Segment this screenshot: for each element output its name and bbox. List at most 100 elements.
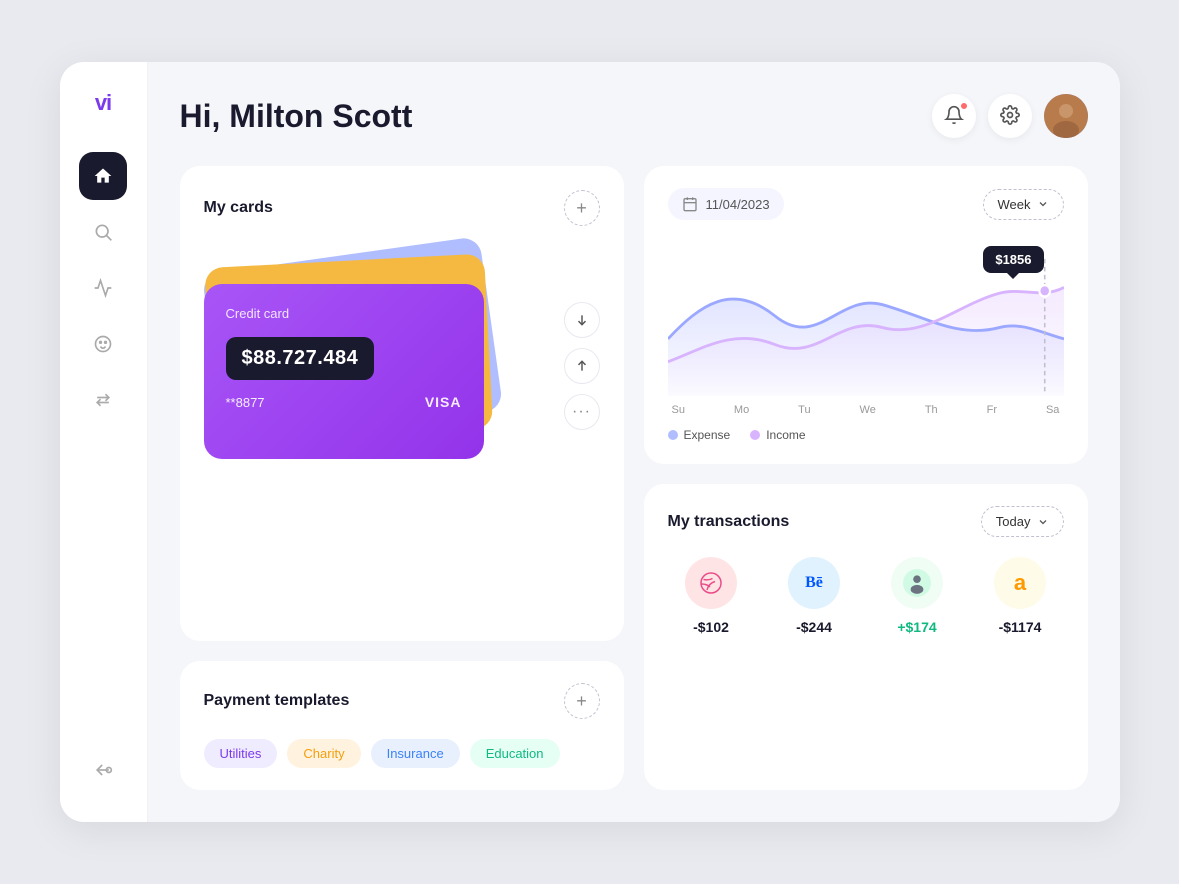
user-avatar[interactable]	[1044, 94, 1088, 138]
sidebar-nav	[79, 152, 127, 746]
day-sa: Sa	[1046, 404, 1059, 416]
day-su: Su	[672, 404, 685, 416]
card-scroll-up-button[interactable]	[564, 348, 600, 384]
day-mo: Mo	[734, 404, 749, 416]
cards-header: My cards +	[204, 190, 600, 226]
transaction-behance[interactable]: Bē -$244	[771, 557, 858, 635]
week-label: Week	[998, 197, 1031, 212]
app-container: vi	[60, 62, 1120, 822]
day-tu: Tu	[798, 404, 810, 416]
sidebar-item-back[interactable]	[79, 746, 127, 794]
notifications-button[interactable]	[932, 94, 976, 138]
avatar-image	[1044, 94, 1088, 138]
income-dot	[1039, 285, 1050, 296]
sidebar-item-home[interactable]	[79, 152, 127, 200]
logo: vi	[95, 90, 111, 116]
cards-stack: ···l card ···l card Credit card $88.727.…	[204, 266, 484, 466]
card-brand: VISA	[425, 394, 462, 410]
card-actions: ···	[544, 302, 600, 430]
cards-title: My cards	[204, 199, 273, 217]
tag-charity[interactable]: Charity	[287, 739, 360, 768]
chevron-down-icon	[1037, 198, 1049, 210]
tag-education[interactable]: Education	[470, 739, 560, 768]
arrow-up-icon	[575, 359, 589, 373]
period-label: Today	[996, 514, 1031, 529]
home-icon	[93, 166, 113, 186]
activity-icon	[93, 278, 113, 298]
chart-section: 11/04/2023 Week $1856	[644, 166, 1088, 464]
payment-tags: Utilities Charity Insurance Education	[204, 739, 600, 768]
transactions-title: My transactions	[668, 513, 790, 531]
card-amount-box: $88.727.484	[226, 337, 375, 380]
content-grid: My cards + ···l card ···l card	[180, 166, 1088, 790]
period-selector-button[interactable]: Today	[981, 506, 1064, 537]
cards-wrapper: ···l card ···l card Credit card $88.727.…	[204, 246, 600, 486]
sidebar-item-wallet[interactable]	[79, 320, 127, 368]
transactions-list: -$102 Bē -$244	[668, 557, 1064, 635]
expense-label: Expense	[684, 428, 731, 442]
day-fr: Fr	[987, 404, 997, 416]
sidebar: vi	[60, 62, 148, 822]
day-we: We	[860, 404, 876, 416]
user-icon	[891, 557, 943, 609]
header: Hi, Milton Scott	[180, 94, 1088, 138]
tag-insurance[interactable]: Insurance	[371, 739, 460, 768]
payment-templates-section: Payment templates + Utilities Charity In…	[180, 661, 624, 790]
my-cards-section: My cards + ···l card ···l card	[180, 166, 624, 641]
chart-legend: Expense Income	[668, 428, 1064, 442]
income-label: Income	[766, 428, 805, 442]
legend-expense: Expense	[668, 428, 731, 442]
add-template-button[interactable]: +	[564, 683, 600, 719]
week-selector-button[interactable]: Week	[983, 189, 1064, 220]
dribbble-icon	[685, 557, 737, 609]
chart-header: 11/04/2023 Week	[668, 188, 1064, 220]
card-type-label: Credit card	[226, 306, 462, 321]
arrow-down-icon	[575, 313, 589, 327]
behance-icon: Bē	[788, 557, 840, 609]
calendar-icon	[682, 196, 698, 212]
chevron-down-icon-2	[1037, 516, 1049, 528]
chart-tooltip: $1856	[983, 246, 1043, 273]
gear-icon	[1000, 105, 1020, 128]
card-more-button[interactable]: ···	[564, 394, 600, 430]
transactions-section: My transactions Today	[644, 484, 1088, 790]
back-icon	[93, 760, 113, 780]
main-content: Hi, Milton Scott	[148, 62, 1120, 822]
transaction-user[interactable]: +$174	[874, 557, 961, 635]
card-scroll-down-button[interactable]	[564, 302, 600, 338]
transactions-header: My transactions Today	[668, 506, 1064, 537]
income-dot-legend	[750, 430, 760, 440]
sidebar-item-search[interactable]	[79, 208, 127, 256]
user-amount: +$174	[897, 619, 936, 635]
dribbble-amount: -$102	[693, 619, 729, 635]
header-actions	[932, 94, 1088, 138]
card-footer: **8877 VISA	[226, 394, 462, 410]
card-number: **8877	[226, 395, 265, 410]
legend-income: Income	[750, 428, 805, 442]
chart-area: $1856	[668, 236, 1064, 396]
settings-button[interactable]	[988, 94, 1032, 138]
transaction-amazon[interactable]: a -$1174	[977, 557, 1064, 635]
transaction-dribbble[interactable]: -$102	[668, 557, 755, 635]
sidebar-item-transfer[interactable]	[79, 376, 127, 424]
chart-date-value: 11/04/2023	[706, 197, 770, 212]
search-icon	[93, 222, 113, 242]
behance-amount: -$244	[796, 619, 832, 635]
sidebar-item-activity[interactable]	[79, 264, 127, 312]
notification-dot	[960, 102, 968, 110]
amazon-amount: -$1174	[999, 619, 1042, 635]
day-th: Th	[925, 404, 938, 416]
chart-date: 11/04/2023	[668, 188, 784, 220]
tag-utilities[interactable]: Utilities	[204, 739, 278, 768]
left-column: My cards + ···l card ···l card	[180, 166, 624, 790]
payment-title: Payment templates	[204, 692, 350, 710]
card-front[interactable]: Credit card $88.727.484 **8877 VISA	[204, 284, 484, 459]
expense-dot	[668, 430, 678, 440]
face-icon	[93, 334, 113, 354]
amazon-icon: a	[994, 557, 1046, 609]
add-card-button[interactable]: +	[564, 190, 600, 226]
chart-day-labels: Su Mo Tu We Th Fr Sa	[668, 404, 1064, 416]
page-title: Hi, Milton Scott	[180, 98, 413, 135]
card-amount: $88.727.484	[242, 347, 359, 369]
right-column: 11/04/2023 Week $1856	[644, 166, 1088, 790]
